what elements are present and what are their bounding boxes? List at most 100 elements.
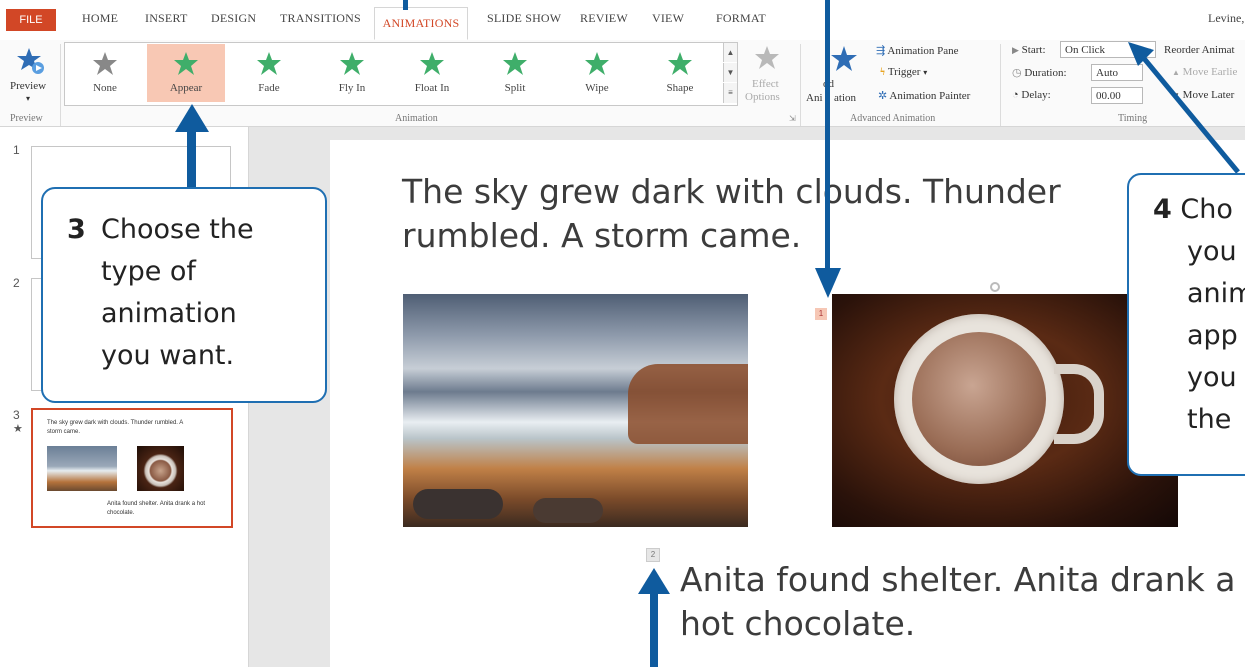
callout-3-text: Choose the type of animation you want. (101, 214, 254, 371)
animation-painter-button[interactable]: ✲ Animation Painter (878, 89, 970, 102)
dialog-launcher-icon[interactable]: ⇲ (789, 114, 796, 123)
tab-transitions[interactable]: TRANSITIONS (280, 11, 361, 26)
animation-option-label: Appear (169, 82, 203, 94)
slide-title-text[interactable]: The sky grew dark with clouds. Thunder r… (402, 170, 1122, 258)
gallery-scroll-down-button[interactable]: ▼ (723, 63, 737, 82)
storm-beach-image[interactable] (403, 294, 748, 527)
animation-option-appear[interactable]: Appear (147, 44, 225, 102)
animation-option-label: Float In (414, 82, 450, 94)
animation-painter-icon: ✲ (878, 90, 888, 102)
slide-thumbnail-3[interactable]: The sky grew dark with clouds. Thunder r… (31, 408, 233, 528)
animation-option-shape[interactable]: Shape (641, 44, 719, 102)
animation-option-label: Shape (666, 82, 694, 94)
gallery-more-button[interactable]: ≡ (723, 83, 737, 103)
thumb-storm-image (47, 446, 117, 491)
slide-number: 1 (13, 143, 20, 157)
group-separator (800, 44, 801, 126)
tab-home[interactable]: HOME (82, 11, 118, 26)
animation-pane-icon: ⇶ (876, 45, 886, 57)
delay-label: ◔ Delay: (1012, 89, 1051, 101)
slide-number: 3 (13, 408, 20, 422)
animation-star-icon: ★ (13, 423, 23, 435)
preview-group-label: Preview (10, 113, 43, 124)
cup-handle (1054, 364, 1104, 444)
effect-options-label-2: Options (745, 91, 780, 103)
star-icon (585, 52, 609, 75)
trigger-button[interactable]: ϟ Trigger ▾ (880, 66, 927, 78)
callout-4-text-line-4: app (1187, 320, 1238, 351)
animation-order-tag[interactable]: 2 (646, 548, 660, 562)
clock-icon: ◔ (1012, 89, 1019, 101)
arrow-head-icon (175, 104, 209, 132)
callout-step-3: 3 Choose the type of animation you want. (41, 187, 327, 403)
tab-insert[interactable]: INSERT (145, 11, 187, 26)
clock-icon: ◷ (1012, 67, 1022, 79)
callout-4-text-line-1: 4 Cho (1153, 194, 1233, 225)
tab-view[interactable]: VIEW (652, 11, 684, 26)
thumb-body: Anita found shelter. Anita drank a hot c… (107, 501, 206, 516)
callout-step-4: 4 Cho you anim app you the (1127, 173, 1245, 476)
callout-4-text-line-3: anim (1187, 278, 1245, 309)
callout-3-arrow (187, 126, 196, 188)
group-separator (60, 44, 61, 126)
gallery-scroll-up-button[interactable]: ▲ (723, 43, 737, 62)
animation-group-label: Animation (395, 113, 438, 124)
preview-star-icon (17, 48, 44, 74)
callout-4-text-line-2: you (1187, 236, 1237, 267)
animation-pane-label: Animation Pane (887, 45, 959, 57)
tab-slideshow[interactable]: SLIDE SHOW (487, 11, 561, 26)
animation-option-float-in[interactable]: Float In (393, 44, 471, 102)
foreground-rock (413, 489, 503, 519)
preview-label: Preview (10, 80, 47, 92)
animation-option-fade[interactable]: Fade (230, 44, 308, 102)
advanced-animation-group-label: Advanced Animation (850, 113, 936, 124)
animation-option-split[interactable]: Split (476, 44, 554, 102)
animation-option-wipe[interactable]: Wipe (558, 44, 636, 102)
cocoa-surface (912, 332, 1046, 466)
add-animation-button[interactable]: dd Ani ation (803, 44, 873, 112)
user-name[interactable]: Levine, (1208, 11, 1244, 26)
animation-order-tag[interactable]: 1 (815, 308, 827, 320)
slide-number: 2 (13, 276, 20, 290)
thumb-cocoa-image (137, 446, 184, 491)
start-value: On Click (1065, 44, 1106, 56)
animation-option-fly-in[interactable]: Fly In (313, 44, 391, 102)
callout-3-number: 3 (67, 214, 86, 245)
animation-option-none[interactable]: None (66, 44, 144, 102)
preview-button[interactable]: Preview ▾ (4, 44, 56, 112)
star-icon (503, 52, 527, 75)
callout-4-arrow (1128, 42, 1240, 174)
animation-painter-label: Animation Painter (889, 90, 971, 102)
callout-text-arrow (650, 590, 658, 667)
tab-animations[interactable]: ANIMATIONS (374, 7, 468, 40)
callout-tab-arrow (403, 0, 408, 10)
tab-review[interactable]: REVIEW (580, 11, 628, 26)
tab-file[interactable]: FILE (6, 9, 56, 31)
rock-formation (628, 364, 748, 444)
chevron-down-icon: ▾ (26, 94, 31, 103)
effect-options-label-1: Effect (752, 78, 779, 90)
tab-format[interactable]: FORMAT (716, 11, 766, 26)
trigger-label: Trigger (887, 66, 921, 78)
star-icon (340, 52, 364, 75)
star-icon (174, 52, 198, 75)
animation-pane-button[interactable]: ⇶ Animation Pane (876, 44, 959, 57)
add-animation-star-icon (831, 46, 857, 71)
animation-option-label: Fade (258, 82, 280, 94)
animation-option-label: None (93, 82, 117, 94)
animation-option-label: Wipe (585, 82, 609, 94)
animation-option-label: Fly In (338, 82, 366, 94)
effect-options-star-icon (755, 46, 779, 69)
add-animation-label-3: ation (834, 92, 856, 104)
tab-design[interactable]: DESIGN (211, 11, 256, 26)
star-icon (257, 52, 281, 75)
play-icon: ▶ (1012, 45, 1019, 55)
group-separator (1000, 44, 1001, 126)
animation-option-label: Split (504, 82, 526, 94)
foreground-rock (533, 498, 603, 523)
slide-body-text[interactable]: Anita found shelter. Anita drank a hot c… (680, 558, 1240, 646)
effect-options-button[interactable]: Effect Options (740, 44, 794, 112)
rotate-handle-icon[interactable] (990, 282, 1000, 292)
add-animation-label-2: Ani (806, 92, 823, 104)
chevron-down-icon: ▾ (923, 68, 928, 77)
